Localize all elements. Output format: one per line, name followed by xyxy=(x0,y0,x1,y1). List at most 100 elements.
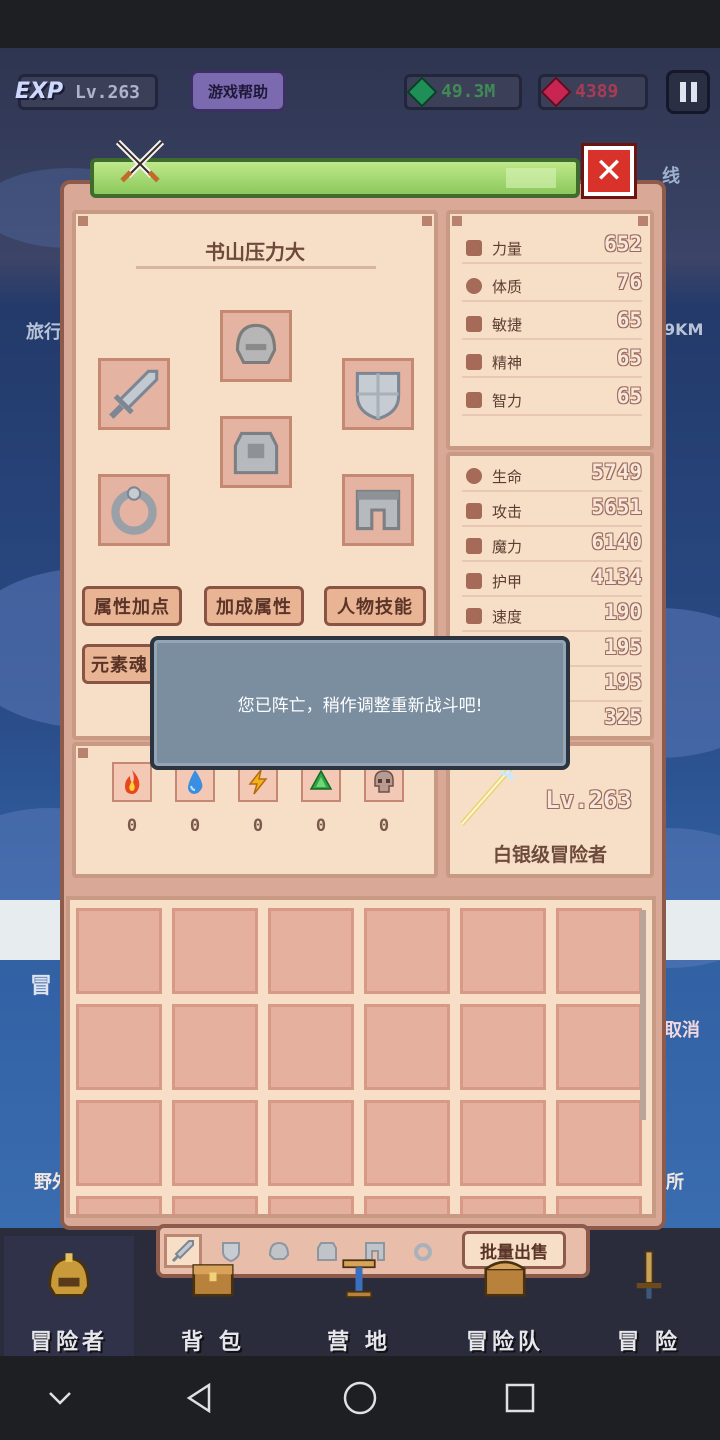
stat-spirit: 精神 65 xyxy=(462,346,642,378)
inventory-slot[interactable] xyxy=(460,1196,546,1214)
player-level: Lv.263 xyxy=(75,82,141,103)
character-skills-button[interactable]: 人物技能 xyxy=(324,586,426,626)
game-help-button[interactable]: 游戏帮助 xyxy=(190,70,286,112)
helmet-icon xyxy=(235,323,277,365)
close-button[interactable]: ✕ xyxy=(581,143,637,199)
nav-collapse-button[interactable] xyxy=(30,1370,90,1426)
heart-icon xyxy=(466,278,482,294)
stat-attack: 攻击 5651 xyxy=(462,495,642,527)
weapon-slot[interactable] xyxy=(98,358,170,430)
chest-icon xyxy=(192,1264,234,1297)
back-triangle-icon xyxy=(186,1382,211,1414)
inventory-slot[interactable] xyxy=(460,908,546,994)
status-bar xyxy=(0,0,720,48)
rank-title: 白银级冒险者 xyxy=(492,844,607,866)
stat-magic: 魔力 6140 xyxy=(462,530,642,562)
inventory-slot[interactable] xyxy=(76,1100,162,1186)
menu-camp[interactable]: 营 地 xyxy=(294,1236,424,1356)
bg-km-label: 9KM xyxy=(664,320,704,339)
nav-home-button[interactable] xyxy=(330,1370,390,1426)
inventory-scrollbar[interactable] xyxy=(640,910,646,1120)
sword-icon xyxy=(636,1250,662,1299)
shield-slot[interactable] xyxy=(342,358,414,430)
element-fire: 0 xyxy=(110,762,154,836)
close-icon: ✕ xyxy=(594,151,624,191)
inventory-slot[interactable] xyxy=(556,1196,642,1214)
pants-icon xyxy=(355,489,401,531)
boots-slot[interactable] xyxy=(342,474,414,546)
exp-icon: EXP xyxy=(15,79,64,104)
sword-icon xyxy=(466,503,482,519)
helmet-slot[interactable] xyxy=(220,310,292,382)
character-name: 书山压力大 xyxy=(205,240,305,264)
boot-icon xyxy=(466,316,482,332)
recents-square-icon xyxy=(505,1383,535,1413)
inventory-slot[interactable] xyxy=(268,1100,354,1186)
inventory-slot[interactable] xyxy=(556,1100,642,1186)
armor-icon xyxy=(233,431,279,475)
shield-icon xyxy=(355,371,401,421)
inventory-slot[interactable] xyxy=(364,1004,450,1090)
inventory-slot[interactable] xyxy=(364,908,450,994)
ring-icon xyxy=(111,486,157,535)
star-icon xyxy=(466,354,482,370)
inventory-slot[interactable] xyxy=(172,1100,258,1186)
bg-cancel-label: 取消 xyxy=(664,1020,700,1041)
inventory-slot[interactable] xyxy=(268,908,354,994)
game-screen: 旅行 线 9KM 冒 取消 野外 所 EXP Lv.263 游戏帮助 49.3M… xyxy=(0,0,720,1440)
inventory-slot[interactable] xyxy=(76,1004,162,1090)
inventory-grid xyxy=(66,896,656,1218)
inventory-slot[interactable] xyxy=(76,1196,162,1214)
menu-team[interactable]: 冒险队 xyxy=(440,1236,570,1356)
system-nav-bar xyxy=(0,1356,720,1440)
element-dark: 0 xyxy=(362,762,406,836)
inventory-slot[interactable] xyxy=(76,908,162,994)
element-earth: 0 xyxy=(299,762,343,836)
shield-icon xyxy=(466,573,482,589)
ring-slot[interactable] xyxy=(98,474,170,546)
inventory-slot[interactable] xyxy=(556,1004,642,1090)
stat-intellect: 智力 65 xyxy=(462,384,642,416)
menu-adventure[interactable]: 冒 险 xyxy=(584,1236,714,1356)
bg-travel-label: 旅行 xyxy=(26,322,62,343)
strength-icon xyxy=(466,240,482,256)
team-chest-icon xyxy=(484,1260,526,1297)
inventory-slot[interactable] xyxy=(268,1004,354,1090)
inventory-slot[interactable] xyxy=(364,1196,450,1214)
element-water: 0 xyxy=(173,762,217,836)
rank-level: Lv.263 xyxy=(545,786,632,814)
stat-constitution: 体质 76 xyxy=(462,270,642,302)
inventory-slot[interactable] xyxy=(172,1196,258,1214)
bonus-attributes-button[interactable]: 加成属性 xyxy=(204,586,304,626)
green-gem-counter: 49.3M xyxy=(404,74,522,110)
red-gem-icon xyxy=(540,76,572,108)
stat-health: 生命 5749 xyxy=(462,460,642,492)
inventory-slot[interactable] xyxy=(460,1004,546,1090)
menu-adventurer[interactable]: 冒险者 xyxy=(4,1236,134,1356)
pause-button[interactable] xyxy=(666,70,710,114)
brain-icon xyxy=(466,392,482,408)
inventory-slot[interactable] xyxy=(172,1004,258,1090)
chevron-down-icon xyxy=(49,1392,71,1405)
menu-backpack[interactable]: 背 包 xyxy=(148,1236,278,1356)
pause-icon xyxy=(679,82,686,102)
inventory-slot[interactable] xyxy=(556,908,642,994)
base-stats-box: 力量 652 体质 76 敏捷 65 精神 65 智力 65 xyxy=(446,210,654,450)
nav-recents-button[interactable] xyxy=(490,1370,550,1426)
nav-back-button[interactable] xyxy=(170,1370,230,1426)
inventory-slot[interactable] xyxy=(268,1196,354,1214)
armor-slot[interactable] xyxy=(220,416,292,488)
crossed-swords-icon xyxy=(115,139,165,183)
dialog-message: 您已阵亡，稍作调整重新战斗吧! xyxy=(237,695,483,716)
stat-strength: 力量 652 xyxy=(462,232,642,264)
stat-agility: 敏捷 65 xyxy=(462,308,642,340)
bg-adv-label: 冒 xyxy=(30,974,53,999)
stat-speed: 速度 190 xyxy=(462,600,642,632)
death-dialog[interactable]: 您已阵亡，稍作调整重新战斗吧! xyxy=(150,636,570,770)
attribute-points-button[interactable]: 属性加点 xyxy=(82,586,182,626)
inventory-slot[interactable] xyxy=(460,1100,546,1186)
red-gem-counter: 4389 xyxy=(538,74,648,110)
inventory-slot[interactable] xyxy=(172,908,258,994)
inventory-slot[interactable] xyxy=(364,1100,450,1186)
element-lightning: 0 xyxy=(236,762,280,836)
